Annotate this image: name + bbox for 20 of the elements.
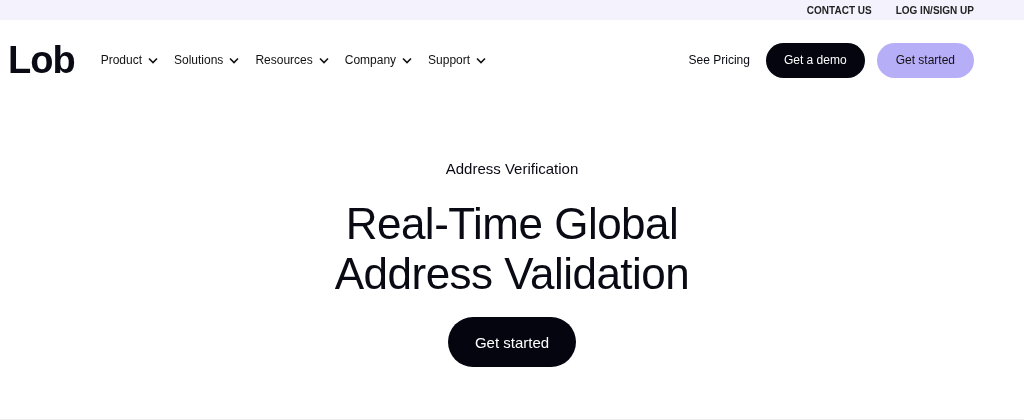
get-started-button[interactable]: Get started bbox=[876, 42, 974, 78]
eyebrow-text: Address Verification bbox=[445, 160, 579, 177]
logo[interactable]: Lob bbox=[8, 38, 75, 82]
menu-item[interactable]: Support bbox=[428, 53, 487, 67]
chevron-down-icon bbox=[229, 56, 240, 64]
pricing-link[interactable]: See Pricing bbox=[688, 53, 750, 67]
chevron-down-icon bbox=[476, 56, 487, 64]
hero-title: Real-Time Global bbox=[345, 199, 679, 249]
top-link[interactable]: LOG IN/SIGN UP bbox=[895, 4, 974, 16]
menu-item[interactable]: Resources bbox=[255, 53, 329, 67]
chevron-down-icon bbox=[148, 56, 158, 64]
top-link[interactable]: CONTACT US bbox=[806, 4, 872, 16]
chevron-down-icon bbox=[402, 56, 413, 64]
get-started-button[interactable]: Get started bbox=[447, 317, 577, 367]
menu-item[interactable]: Company bbox=[344, 53, 413, 67]
menu-item[interactable]: Solutions bbox=[174, 53, 240, 67]
chevron-down-icon bbox=[318, 56, 329, 64]
menu-item[interactable]: Product bbox=[100, 53, 158, 67]
demo-button[interactable]: Get a demo bbox=[765, 42, 865, 78]
hero-title: Address Validation bbox=[334, 249, 690, 299]
